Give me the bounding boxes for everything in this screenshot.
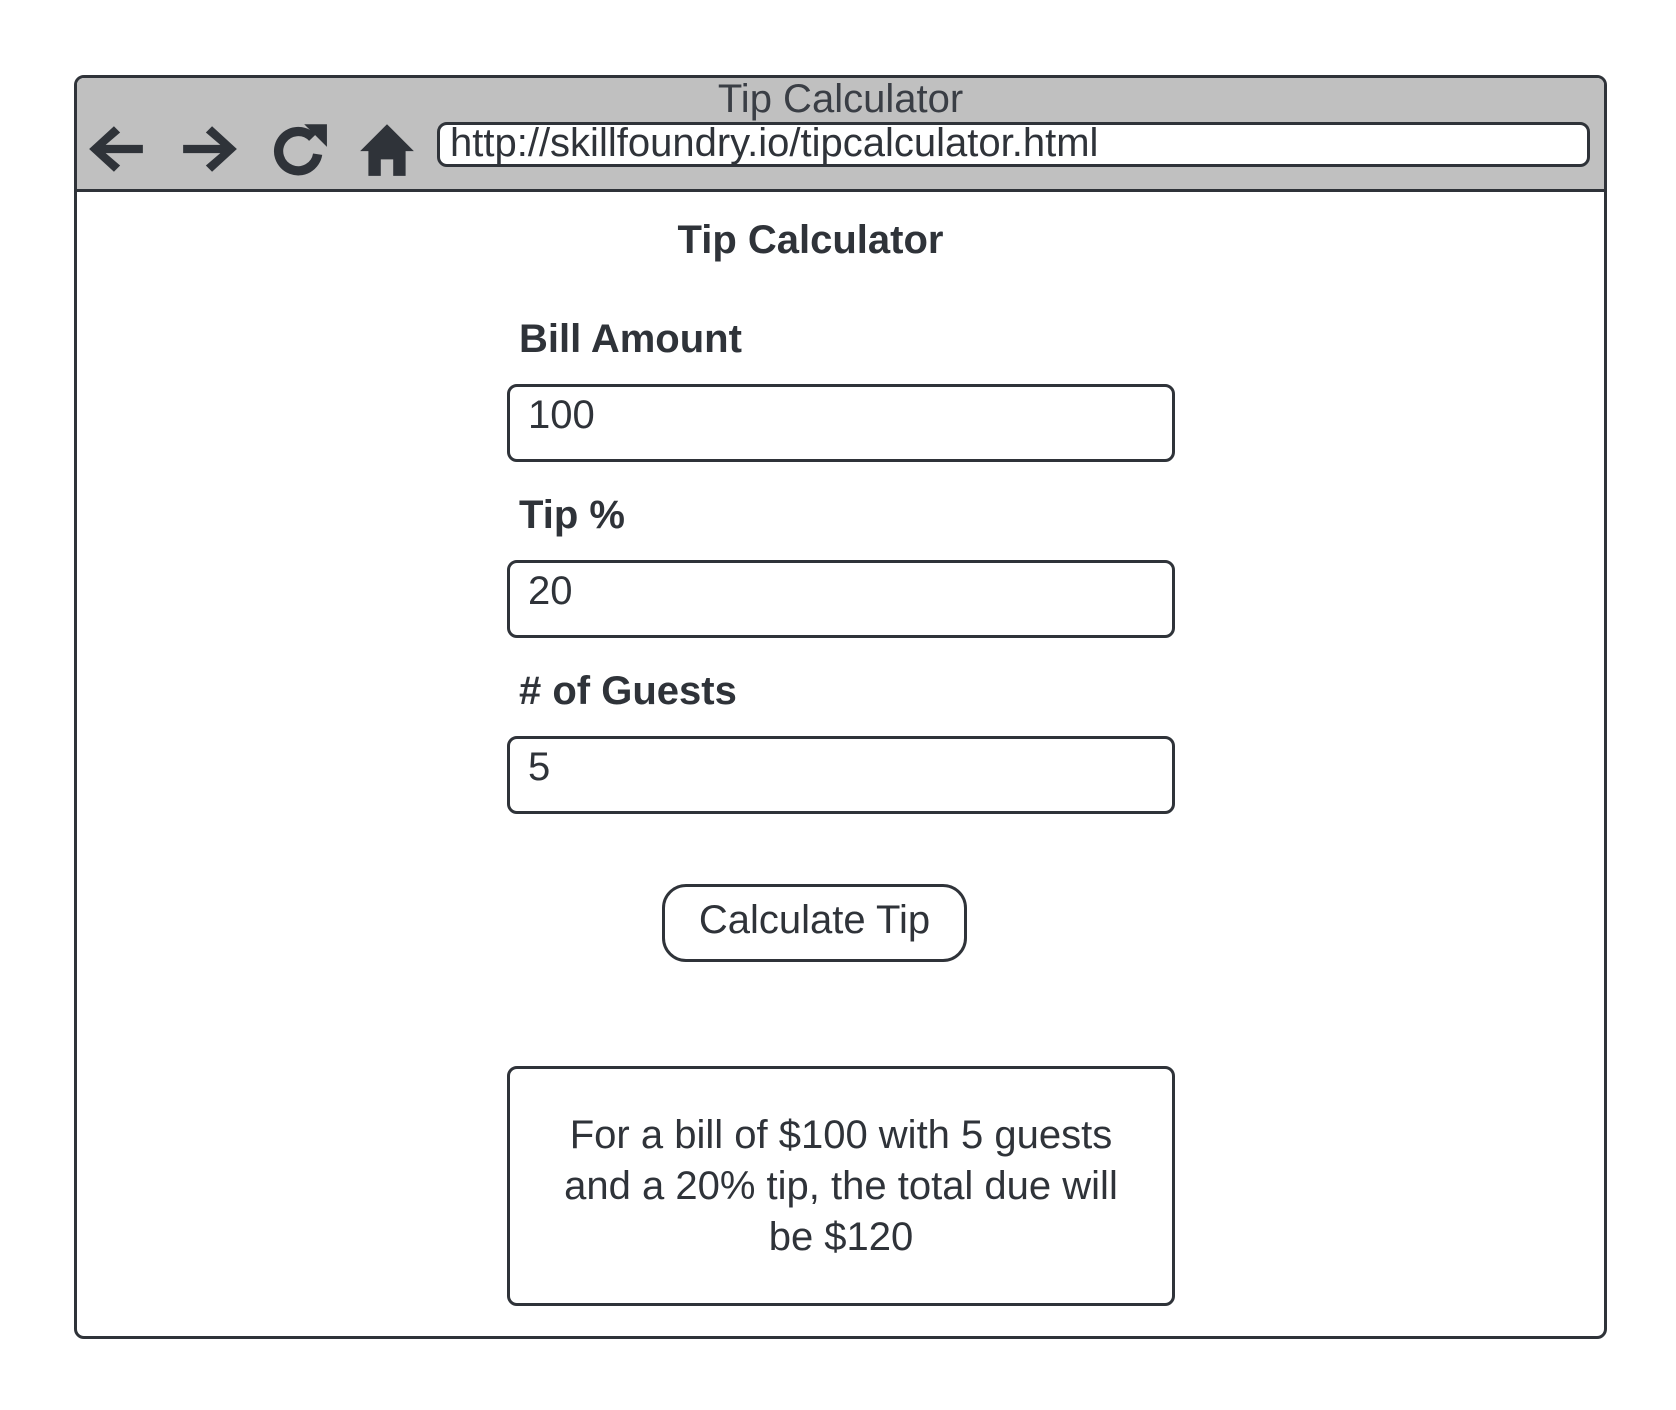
result-text: For a bill of $100 with 5 guests and a 2… (564, 1112, 1118, 1259)
reload-icon[interactable] (267, 118, 329, 180)
tip-percent-label: Tip % (519, 493, 625, 537)
browser-toolbar: Tip Calculator http://skillfoundry.io/ti… (77, 78, 1604, 192)
window-title: Tip Calculator (717, 77, 964, 121)
home-icon[interactable] (356, 118, 418, 180)
arrow-right-icon[interactable] (179, 118, 241, 180)
calculate-tip-button[interactable]: Calculate Tip (662, 884, 967, 962)
guests-label: # of Guests (519, 669, 737, 713)
result-panel: For a bill of $100 with 5 guests and a 2… (507, 1066, 1175, 1306)
guests-input[interactable]: 5 (507, 736, 1175, 814)
address-bar[interactable]: http://skillfoundry.io/tipcalculator.htm… (437, 122, 1590, 167)
arrow-left-icon[interactable] (85, 118, 147, 180)
browser-window: Tip Calculator http://skillfoundry.io/ti… (74, 75, 1607, 1339)
bill-amount-input[interactable]: 100 (507, 384, 1175, 462)
bill-amount-label: Bill Amount (519, 317, 742, 361)
tip-percent-input[interactable]: 20 (507, 560, 1175, 638)
page-title: Tip Calculator (677, 218, 944, 262)
